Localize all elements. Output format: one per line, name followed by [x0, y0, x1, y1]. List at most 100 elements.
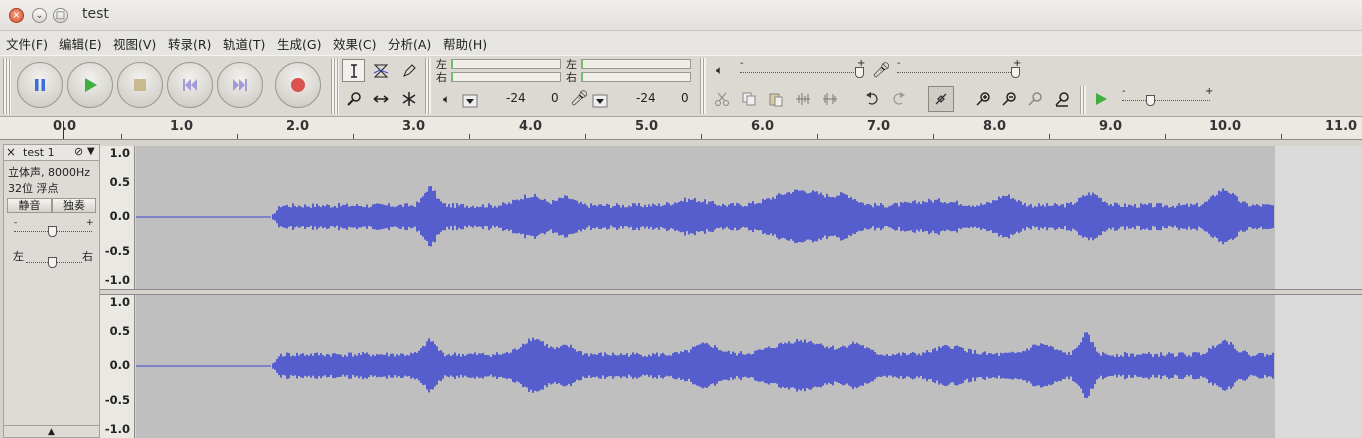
collapse-track-button[interactable]: ▲: [4, 425, 99, 438]
waveform-channel-right[interactable]: [136, 295, 1362, 438]
ruler-label: 6.0: [751, 119, 775, 134]
vertical-scale-bottom[interactable]: 1.0 0.5 0.0 -0.5 -1.0: [100, 295, 135, 438]
track-name[interactable]: test 1: [23, 146, 55, 159]
multi-tool[interactable]: [397, 87, 420, 110]
cut-button[interactable]: [711, 88, 733, 110]
timeline-ruler[interactable]: 0.0 1.0 2.0 3.0 4.0 5.0 6.0 7.0 8.0 9.0 …: [0, 117, 1362, 140]
ruler-label: 4.0: [519, 119, 543, 134]
ruler-tick: [353, 134, 354, 139]
meter-toolbar-grip[interactable]: [425, 58, 431, 114]
left-right-arrow-icon: [373, 94, 388, 103]
trim-button[interactable]: [792, 88, 814, 110]
menu-file[interactable]: 文件(F): [6, 34, 48, 53]
output-volume-thumb[interactable]: [855, 67, 864, 78]
skip-to-start-button[interactable]: [167, 62, 213, 108]
pause-icon: [35, 79, 45, 91]
pause-button[interactable]: [17, 62, 63, 108]
record-button[interactable]: [275, 62, 321, 108]
draw-tool[interactable]: [397, 59, 420, 82]
play-meter-right[interactable]: [451, 72, 561, 82]
track-control-panel[interactable]: × test 1 ⊘ ▼ 立体声, 8000Hz 32位 浮点 静音 独奏 - …: [3, 144, 100, 438]
play-meter-left[interactable]: [451, 59, 561, 69]
menu-tracks[interactable]: 轨道(T): [223, 34, 265, 53]
ruler-tick: [1281, 134, 1282, 139]
silence-button[interactable]: [819, 88, 841, 110]
play-at-speed-button[interactable]: [1090, 88, 1112, 110]
track-bit-depth: 32位 浮点: [8, 182, 59, 195]
rec-meter-right[interactable]: [581, 72, 691, 82]
play-meter-right-label: 右: [436, 71, 447, 84]
close-window-button[interactable]: ×: [9, 8, 24, 23]
speaker-icon: 🔈︎: [443, 92, 451, 106]
play-speed-thumb[interactable]: [1146, 95, 1155, 106]
sync-lock-button[interactable]: [928, 86, 954, 112]
track-close-button[interactable]: ×: [6, 145, 16, 159]
fit-project-button[interactable]: [1051, 88, 1073, 110]
waveform-channel-left[interactable]: [136, 146, 1362, 289]
zoom-out-button[interactable]: [998, 88, 1020, 110]
ruler-tick: [237, 134, 238, 139]
microphone-icon: 🎤︎: [570, 89, 590, 107]
tools-toolbar-grip[interactable]: [331, 58, 339, 114]
title-bar: × ⌄ □ test: [0, 0, 1362, 31]
transport-toolbar-grip[interactable]: [3, 58, 11, 114]
track-menu-dropdown[interactable]: ▼: [87, 146, 95, 157]
play-at-speed-grip[interactable]: [1080, 86, 1086, 114]
mixer-toolbar-grip[interactable]: [700, 58, 706, 114]
menu-edit[interactable]: 编辑(E): [59, 34, 102, 53]
zoom-fit-icon: [1055, 92, 1069, 107]
paste-button[interactable]: [765, 88, 787, 110]
menu-view[interactable]: 视图(V): [113, 34, 156, 53]
ruler-label: 11.0: [1325, 119, 1358, 134]
gain-slider-thumb[interactable]: [48, 226, 57, 237]
copy-button[interactable]: [738, 88, 760, 110]
track-name-bar: × test 1 ⊘ ▼: [4, 145, 99, 161]
maximize-window-button[interactable]: □: [53, 8, 68, 23]
output-volume-slider[interactable]: [740, 72, 860, 73]
mute-button[interactable]: 静音: [7, 198, 52, 213]
vertical-scale-top[interactable]: 1.0 0.5 0.0 -0.5 -1.0: [100, 146, 135, 289]
playhead-marker[interactable]: [63, 121, 64, 139]
play-button[interactable]: [67, 62, 113, 108]
fit-selection-button[interactable]: [1024, 88, 1046, 110]
input-volume-thumb[interactable]: [1011, 67, 1020, 78]
solo-button[interactable]: 独奏: [52, 198, 96, 213]
undo-button[interactable]: [861, 88, 883, 110]
skip-end-icon: [233, 79, 247, 91]
menu-help[interactable]: 帮助(H): [443, 34, 487, 53]
input-volume-slider[interactable]: [897, 72, 1017, 73]
play-meter-value: 0: [551, 91, 559, 105]
waveform-path: [272, 186, 1274, 247]
gain-plus-label: +: [86, 218, 94, 228]
waveform-right: [136, 332, 1274, 399]
sync-lock-indicator-icon: ⊘: [74, 145, 84, 158]
toolbar-area: 左 右 左 右 🔈︎ -24 0 🎤︎ -24 0 🔈︎ - + 🎤︎ - +: [0, 55, 1362, 117]
time-shift-tool[interactable]: [369, 87, 392, 110]
stop-button[interactable]: [117, 62, 163, 108]
rec-meter-menu-button[interactable]: [591, 90, 609, 112]
zoom-in-button[interactable]: [972, 88, 994, 110]
envelope-tool[interactable]: [369, 59, 392, 82]
minimize-window-button[interactable]: ⌄: [32, 8, 47, 23]
rec-meter-left[interactable]: [581, 59, 691, 69]
menu-transcribe[interactable]: 转录(R): [168, 34, 211, 53]
paste-icon: [769, 93, 783, 107]
menu-bar: 文件(F) 编辑(E) 视图(V) 转录(R) 轨道(T) 生成(G) 效果(C…: [0, 31, 1362, 55]
pan-slider-thumb[interactable]: [48, 257, 57, 268]
selection-tool[interactable]: [342, 59, 365, 82]
play-speed-slider[interactable]: [1122, 100, 1210, 101]
menu-analyze[interactable]: 分析(A): [388, 34, 431, 53]
ruler-tick: [933, 134, 934, 139]
scale-label: 0.5: [109, 324, 130, 338]
pan-left-label: 左: [13, 250, 24, 263]
play-meter-menu-button[interactable]: [461, 90, 479, 112]
menu-generate[interactable]: 生成(G): [277, 34, 321, 53]
copy-icon: [742, 92, 756, 106]
menu-effect[interactable]: 效果(C): [333, 34, 376, 53]
zoom-tool[interactable]: [342, 87, 365, 110]
ruler-label: 10.0: [1209, 119, 1242, 134]
input-volume-icon: 🎤︎: [872, 61, 892, 79]
rec-meter-value: 0: [681, 91, 689, 105]
skip-to-end-button[interactable]: [217, 62, 263, 108]
redo-button[interactable]: [888, 88, 910, 110]
